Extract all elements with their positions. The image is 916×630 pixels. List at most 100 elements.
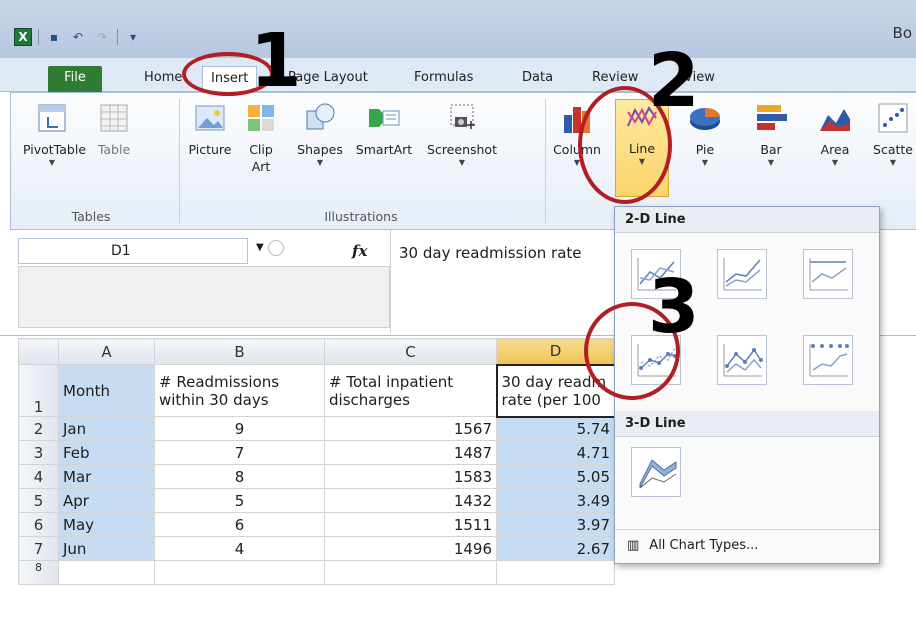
screenshot-icon: [445, 101, 479, 135]
cell-empty[interactable]: [154, 560, 325, 585]
row-header[interactable]: 7: [18, 536, 59, 561]
annotation-step-3: 3: [648, 264, 700, 350]
stacked-line-with-markers-icon[interactable]: [717, 335, 767, 385]
cell-c1-line1: # Total inpatient: [329, 372, 454, 391]
table-button[interactable]: Table: [85, 101, 143, 158]
cell-total[interactable]: 1511: [324, 512, 497, 537]
group-label-tables: Tables: [71, 209, 111, 224]
name-box[interactable]: D1: [18, 238, 248, 264]
group-separator: [545, 99, 546, 223]
customize-qat-icon[interactable]: ▾: [124, 28, 142, 46]
formula-input[interactable]: 30 day readmission rate: [390, 230, 630, 334]
redo-icon[interactable]: ↷: [93, 28, 111, 46]
name-box-dropdown-icon[interactable]: ▼: [256, 242, 264, 253]
annotation-step-2: 2: [648, 38, 700, 124]
row-header[interactable]: 8: [18, 560, 59, 585]
cell-empty[interactable]: [58, 560, 155, 585]
qat-separator: [117, 29, 118, 45]
cell-readmissions[interactable]: 9: [154, 416, 325, 441]
shapes-button[interactable]: Shapes ▼: [289, 101, 351, 168]
undo-icon[interactable]: ↶: [69, 28, 87, 46]
cell-total[interactable]: 1496: [324, 536, 497, 561]
all-chart-types-item[interactable]: ▥ All Chart Types...: [615, 529, 879, 563]
bar-chart-icon: [754, 101, 788, 135]
pivottable-button[interactable]: PivotTable ▼: [23, 101, 86, 168]
cell-month[interactable]: Jun: [58, 536, 155, 561]
select-all-corner[interactable]: [18, 338, 59, 365]
spreadsheet-grid: A B C D 1 Month # Readmissions within 30 …: [18, 338, 616, 585]
picture-button[interactable]: Picture: [181, 101, 239, 158]
cell-total[interactable]: 1567: [324, 416, 497, 441]
qat-separator: [38, 29, 39, 45]
screenshot-button[interactable]: Screenshot ▼: [423, 101, 501, 168]
cell-month[interactable]: Feb: [58, 440, 155, 465]
smartart-button[interactable]: SmartArt: [349, 101, 419, 158]
picture-icon: [193, 101, 227, 135]
annotation-step-1: 1: [250, 18, 302, 104]
cell-empty[interactable]: [324, 560, 497, 585]
row-header[interactable]: 3: [18, 440, 59, 465]
cell-a1[interactable]: Month: [58, 364, 155, 417]
column-header-a[interactable]: A: [58, 338, 155, 365]
cell-readmissions[interactable]: 5: [154, 488, 325, 513]
area-chart-button[interactable]: Area ▼: [809, 101, 861, 168]
cell-b1-line2: within 30 days: [159, 390, 269, 409]
section-2d-line: 2-D Line: [615, 207, 879, 233]
excel-logo-icon[interactable]: X: [14, 28, 32, 46]
line-subtype-100-stacked-icon[interactable]: [803, 249, 853, 299]
area-chart-icon: [818, 101, 852, 135]
cell-rate[interactable]: 3.97: [496, 512, 615, 537]
cell-rate[interactable]: 4.71: [496, 440, 615, 465]
all-chart-types-icon: ▥: [627, 538, 640, 553]
cell-d1-line2: rate (per 100: [501, 390, 601, 409]
cell-total[interactable]: 1583: [324, 464, 497, 489]
tab-data[interactable]: Data: [514, 66, 561, 92]
cell-rate[interactable]: 5.74: [496, 416, 615, 441]
cell-c1[interactable]: # Total inpatient discharges: [324, 364, 497, 417]
table-icon: [97, 101, 131, 135]
tab-file[interactable]: File: [48, 66, 102, 92]
row-header[interactable]: 4: [18, 464, 59, 489]
cell-readmissions[interactable]: 8: [154, 464, 325, 489]
cell-c1-line2: discharges: [329, 390, 410, 409]
row-header[interactable]: 5: [18, 488, 59, 513]
column-header-c[interactable]: C: [324, 338, 497, 365]
row-header[interactable]: 2: [18, 416, 59, 441]
formula-bar-gray-area: [18, 266, 390, 328]
cell-month[interactable]: Apr: [58, 488, 155, 513]
cell-readmissions[interactable]: 6: [154, 512, 325, 537]
cell-month[interactable]: May: [58, 512, 155, 537]
pivottable-icon: [35, 101, 69, 135]
scatter-chart-button[interactable]: Scatte ▼: [867, 101, 916, 168]
cell-rate[interactable]: 5.05: [496, 464, 615, 489]
bar-chart-button[interactable]: Bar ▼: [745, 101, 797, 168]
all-chart-types-label: All Chart Types...: [649, 538, 759, 553]
cell-rate[interactable]: 3.49: [496, 488, 615, 513]
save-icon[interactable]: ▪: [45, 28, 63, 46]
insert-function-icon[interactable]: fx: [352, 242, 367, 260]
line-subtype-stacked-icon[interactable]: [717, 249, 767, 299]
quick-access-toolbar: X ▪ ↶ ↷ ▾: [14, 26, 142, 48]
cell-readmissions[interactable]: 4: [154, 536, 325, 561]
tab-formulas[interactable]: Formulas: [406, 66, 481, 92]
100-stacked-line-with-markers-icon[interactable]: [803, 335, 853, 385]
smartart-icon: [367, 101, 401, 135]
cell-month[interactable]: Mar: [58, 464, 155, 489]
cell-total[interactable]: 1487: [324, 440, 497, 465]
cell-month[interactable]: Jan: [58, 416, 155, 441]
cell-readmissions[interactable]: 7: [154, 440, 325, 465]
cell-b1[interactable]: # Readmissions within 30 days: [154, 364, 325, 417]
clip-art-button[interactable]: Clip Art: [241, 101, 281, 175]
cell-empty[interactable]: [496, 560, 615, 585]
3d-line-icon[interactable]: [631, 447, 681, 497]
group-separator: [179, 99, 180, 223]
row-header[interactable]: 1: [18, 364, 59, 417]
column-header-b[interactable]: B: [154, 338, 325, 365]
row-header[interactable]: 6: [18, 512, 59, 537]
cell-rate[interactable]: 2.67: [496, 536, 615, 561]
cell-b1-line1: # Readmissions: [159, 372, 280, 391]
window-title: Bo: [892, 24, 912, 42]
cell-total[interactable]: 1432: [324, 488, 497, 513]
shapes-icon: [303, 101, 337, 135]
group-label-illustrations: Illustrations: [324, 209, 398, 224]
